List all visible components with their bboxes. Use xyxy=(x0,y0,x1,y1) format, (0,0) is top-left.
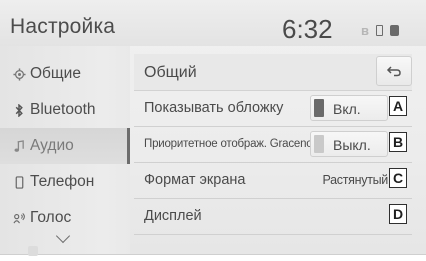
scroll-hint xyxy=(28,246,38,256)
phone-icon xyxy=(8,175,30,189)
sidebar-item-bluetooth[interactable]: Bluetooth xyxy=(0,92,130,128)
bluetooth-icon xyxy=(8,103,30,117)
clock: 6:32 xyxy=(282,14,333,44)
setting-value: Растянутый xyxy=(322,173,389,187)
sidebar-item-audio[interactable]: Аудио xyxy=(0,128,130,164)
callout-c: C xyxy=(389,168,407,188)
back-button[interactable] xyxy=(376,56,412,86)
setting-label: Дисплей xyxy=(144,208,202,224)
sidebar: Общие Bluetooth Аудио Телефон Голос xyxy=(0,46,130,256)
sidebar-item-phone[interactable]: Телефон xyxy=(0,164,130,200)
toggle-indicator-on xyxy=(314,99,324,117)
main-panel: Общий Показывать обложку Вкл. Приоритетн… xyxy=(134,46,412,254)
setting-label: Показывать обложку xyxy=(144,100,284,116)
sidebar-item-label: Телефон xyxy=(30,173,95,190)
status-icons: ʙ xyxy=(361,22,399,38)
sidebar-item-label: Bluetooth xyxy=(30,101,96,118)
phone-icon xyxy=(376,24,383,36)
bluetooth-icon: ʙ xyxy=(361,22,369,38)
sidebar-item-label: Голос xyxy=(30,209,72,226)
sidebar-item-general[interactable]: Общие xyxy=(0,56,130,92)
cover-art-toggle[interactable]: Вкл. xyxy=(310,95,388,121)
music-note-icon xyxy=(8,139,30,153)
setting-row-gracenote[interactable]: Приоритетное отображ. Gracenote Выкл. xyxy=(134,126,412,163)
setting-label: Формат экрана xyxy=(144,172,246,188)
gear-icon xyxy=(8,67,30,81)
section-header: Общий xyxy=(134,54,412,91)
setting-row-screen-format[interactable]: Формат экрана Растянутый xyxy=(134,162,412,199)
callout-d: D xyxy=(389,204,407,224)
back-arrow-icon xyxy=(386,66,401,77)
section-title: Общий xyxy=(144,64,197,81)
screen: Настройка 6:32 ʙ Общие Bluetooth Аудио Т… xyxy=(0,0,426,261)
voice-icon xyxy=(8,212,30,225)
setting-label: Приоритетное отображ. Gracenote xyxy=(144,138,322,150)
toggle-value: Вкл. xyxy=(333,101,361,117)
toggle-indicator-off xyxy=(314,135,324,153)
setting-row-display[interactable]: Дисплей xyxy=(134,198,412,235)
setting-row-show-cover[interactable]: Показывать обложку Вкл. xyxy=(134,90,412,127)
callout-b: B xyxy=(389,132,407,152)
head-unit-display: Настройка 6:32 ʙ Общие Bluetooth Аудио Т… xyxy=(0,0,426,256)
callout-a: A xyxy=(389,96,407,116)
gracenote-toggle[interactable]: Выкл. xyxy=(310,131,388,157)
signal-icon xyxy=(390,24,399,36)
toggle-value: Выкл. xyxy=(333,137,371,153)
sidebar-item-label: Общие xyxy=(30,65,81,82)
page-title: Настройка xyxy=(10,15,116,38)
sidebar-item-label: Аудио xyxy=(30,137,74,154)
header-bar: Настройка 6:32 ʙ xyxy=(0,0,426,46)
